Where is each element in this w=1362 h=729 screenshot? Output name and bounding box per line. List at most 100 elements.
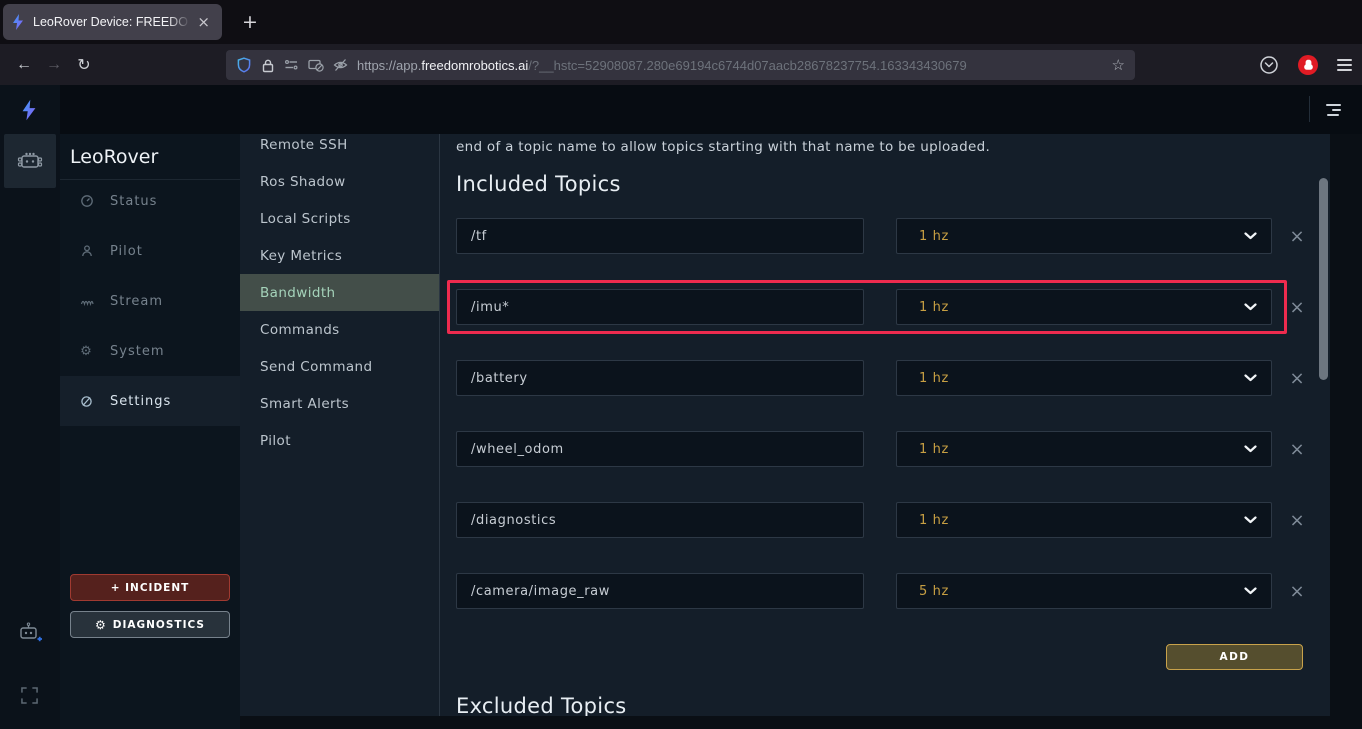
stream-waves-icon — [79, 294, 94, 308]
app-logo-bolt-icon[interactable] — [20, 99, 38, 121]
autoplay-blocked-icon[interactable] — [308, 58, 324, 72]
eye-blocked-icon[interactable] — [333, 58, 348, 72]
chevron-down-icon — [1244, 587, 1257, 595]
add-device-icon[interactable] — [18, 622, 42, 644]
bookmark-star-icon[interactable]: ☆ — [1112, 56, 1125, 74]
topic-row: /tf 1 hz × — [456, 218, 1330, 254]
sidebar-item-settings[interactable]: Settings — [60, 376, 240, 426]
app-rail — [0, 85, 60, 729]
reload-button[interactable]: ↻ — [69, 50, 99, 80]
back-button[interactable]: ← — [9, 50, 39, 80]
settings-card: Remote SSH Ros Shadow Local Scripts Key … — [240, 134, 1330, 716]
menu-hamburger-icon[interactable] — [1337, 59, 1352, 71]
sidebar-item-label: Pilot — [110, 244, 143, 259]
rate-value: 1 hz — [919, 442, 1244, 457]
forward-button[interactable]: → — [39, 50, 69, 80]
rate-select[interactable]: 1 hz — [896, 431, 1272, 467]
topic-name-input[interactable]: /diagnostics — [456, 502, 864, 538]
device-rover-tile[interactable] — [4, 134, 56, 188]
device-sidebar: LeoRover Status Pilot Stream — [60, 134, 240, 729]
chevron-down-icon — [1244, 303, 1257, 311]
lightning-favicon-icon — [11, 14, 25, 30]
sidebar-item-status[interactable]: Status — [60, 176, 240, 226]
topic-name-input[interactable]: /battery — [456, 360, 864, 396]
scrollbar-thumb[interactable] — [1319, 178, 1328, 380]
incident-button-label: + INCIDENT — [111, 582, 190, 594]
topic-name-input[interactable]: /wheel_odom — [456, 431, 864, 467]
url-domain: freedomrobotics.ai — [421, 58, 528, 73]
adblock-extension-icon[interactable] — [1298, 55, 1318, 75]
diagnostics-button[interactable]: ⚙ DIAGNOSTICS — [70, 611, 230, 638]
remove-topic-button[interactable]: × — [1285, 366, 1309, 390]
topic-row: /wheel_odom 1 hz × — [456, 431, 1330, 467]
rover-icon — [17, 151, 43, 171]
topic-name-input[interactable]: /imu* — [456, 289, 864, 325]
tab-close-icon[interactable]: × — [193, 13, 214, 32]
lock-icon[interactable] — [261, 58, 275, 73]
settings-menu-item[interactable]: Pilot — [240, 422, 439, 459]
rate-value: 1 hz — [919, 229, 1244, 244]
topic-row: /battery 1 hz × — [456, 360, 1330, 396]
settings-menu-list: Remote SSH Ros Shadow Local Scripts Key … — [240, 134, 439, 459]
tab-title-fade — [168, 10, 194, 36]
status-gauge-icon — [79, 194, 94, 208]
rate-select[interactable]: 1 hz — [896, 289, 1272, 325]
sidebar-nav: Status Pilot Stream ⚙ System — [60, 176, 240, 426]
filter-sort-icon[interactable] — [1326, 104, 1341, 116]
sidebar-item-stream[interactable]: Stream — [60, 276, 240, 326]
remove-topic-button[interactable]: × — [1285, 295, 1309, 319]
settings-menu-item[interactable]: Send Command — [240, 348, 439, 385]
sidebar-item-label: System — [110, 344, 164, 359]
remove-topic-button[interactable]: × — [1285, 224, 1309, 248]
settings-menu-item[interactable]: Ros Shadow — [240, 163, 439, 200]
fullscreen-icon[interactable] — [21, 687, 38, 704]
url-scheme: https://app. — [357, 58, 421, 73]
browser-tab-bar: LeoRover Device: FREEDO × + — [0, 0, 1362, 44]
bandwidth-panel: end of a topic name to allow topics star… — [440, 134, 1330, 716]
included-topics-actions: ADD — [456, 644, 1303, 670]
topic-name-input[interactable]: /camera/image_raw — [456, 573, 864, 609]
rate-value: 5 hz — [919, 584, 1244, 599]
diagnostics-button-label: DIAGNOSTICS — [113, 619, 205, 631]
rate-select[interactable]: 1 hz — [896, 218, 1272, 254]
add-topic-button[interactable]: ADD — [1166, 644, 1303, 670]
tracking-shield-icon[interactable] — [236, 57, 252, 73]
rate-select[interactable]: 1 hz — [896, 502, 1272, 538]
browser-toolbar: ← → ↻ https://app.freedomroboti — [0, 44, 1362, 85]
pilot-person-icon — [79, 244, 94, 258]
included-topics-list: /tf 1 hz × /imu* 1 — [456, 218, 1330, 609]
settings-menu-item[interactable]: Bandwidth — [240, 274, 439, 311]
rate-select[interactable]: 1 hz — [896, 360, 1272, 396]
settings-menu-item[interactable]: Key Metrics — [240, 237, 439, 274]
permissions-icon[interactable] — [284, 58, 299, 72]
toolbar-right-cluster — [1259, 44, 1352, 85]
sidebar-item-pilot[interactable]: Pilot — [60, 226, 240, 276]
sidebar-item-label: Stream — [110, 294, 163, 309]
remove-topic-button[interactable]: × — [1285, 437, 1309, 461]
chevron-down-icon — [1244, 445, 1257, 453]
settings-menu-item[interactable]: Commands — [240, 311, 439, 348]
diagnostics-gear-icon: ⚙ — [95, 618, 107, 632]
topic-row: /imu* 1 hz × — [456, 289, 1330, 325]
incident-button[interactable]: + INCIDENT — [70, 574, 230, 601]
topic-name-input[interactable]: /tf — [456, 218, 864, 254]
pocket-icon[interactable] — [1259, 55, 1279, 75]
sidebar-item-system[interactable]: ⚙ System — [60, 326, 240, 376]
settings-menu-item[interactable]: Smart Alerts — [240, 385, 439, 422]
remove-topic-button[interactable]: × — [1285, 579, 1309, 603]
settings-menu: Remote SSH Ros Shadow Local Scripts Key … — [240, 134, 440, 716]
sidebar-item-label: Status — [110, 194, 157, 209]
browser-tab-active[interactable]: LeoRover Device: FREEDO × — [3, 4, 222, 40]
url-path: /?__hstc=52908087.280e69194c6744d07aacb2… — [528, 58, 966, 73]
remove-topic-button[interactable]: × — [1285, 508, 1309, 532]
url-bar[interactable]: https://app.freedomrobotics.ai/?__hstc=5… — [226, 50, 1135, 80]
new-tab-button[interactable]: + — [236, 8, 264, 36]
settings-menu-item[interactable]: Remote SSH — [240, 134, 439, 163]
rate-select[interactable]: 5 hz — [896, 573, 1272, 609]
bandwidth-intro-text: end of a topic name to allow topics star… — [456, 139, 1330, 155]
topic-row: /camera/image_raw 5 hz × — [456, 573, 1330, 609]
settings-menu-item[interactable]: Local Scripts — [240, 200, 439, 237]
topic-row: /diagnostics 1 hz × — [456, 502, 1330, 538]
chevron-down-icon — [1244, 232, 1257, 240]
rate-value: 1 hz — [919, 300, 1244, 315]
